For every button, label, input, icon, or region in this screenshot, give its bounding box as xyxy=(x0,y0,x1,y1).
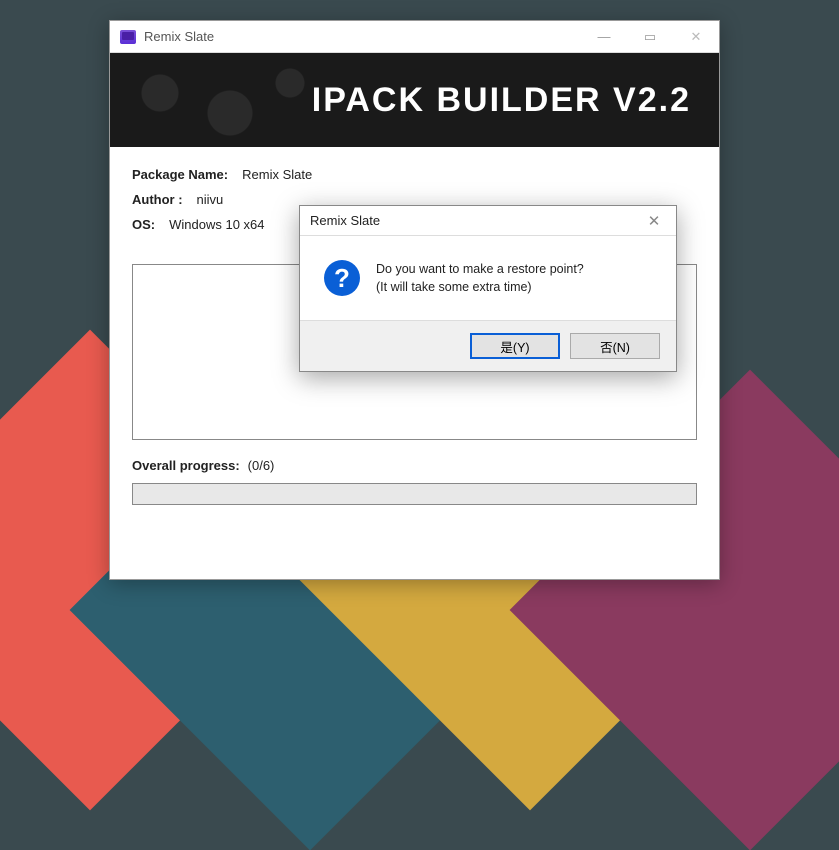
window-controls: — ▭ ✕ xyxy=(581,21,719,52)
banner: IPACK BUILDER V2.2 xyxy=(110,53,719,147)
package-label: Package Name: xyxy=(132,167,228,182)
os-value: Windows 10 x64 xyxy=(169,217,264,232)
dialog-titlebar[interactable]: Remix Slate ✕ xyxy=(300,206,676,236)
yes-button-label: 是(Y) xyxy=(500,337,529,356)
maximize-button[interactable]: ▭ xyxy=(627,21,673,52)
confirm-dialog: Remix Slate ✕ ? Do you want to make a re… xyxy=(299,205,677,372)
window-title: Remix Slate xyxy=(144,29,581,44)
close-icon: ✕ xyxy=(648,212,661,230)
app-icon xyxy=(120,30,136,44)
titlebar[interactable]: Remix Slate — ▭ ✕ xyxy=(110,21,719,53)
progress-bar xyxy=(132,483,697,505)
no-button[interactable]: 否(N) xyxy=(570,333,660,359)
close-button[interactable]: ✕ xyxy=(673,21,719,52)
package-row: Package Name: Remix Slate xyxy=(132,167,697,182)
dialog-line1: Do you want to make a restore point? xyxy=(376,260,584,278)
no-button-label: 否(N) xyxy=(600,337,630,356)
progress-section: Overall progress: (0/6) xyxy=(110,440,719,505)
os-label: OS: xyxy=(132,217,155,232)
question-icon: ? xyxy=(324,260,360,296)
minimize-button[interactable]: — xyxy=(581,21,627,52)
package-value: Remix Slate xyxy=(242,167,312,182)
dialog-button-row: 是(Y) 否(N) xyxy=(300,320,676,371)
author-label: Author : xyxy=(132,192,183,207)
author-value: niivu xyxy=(197,192,224,207)
banner-title: IPACK BUILDER V2.2 xyxy=(312,81,691,120)
dialog-text: Do you want to make a restore point? (It… xyxy=(376,260,584,296)
progress-label-row: Overall progress: (0/6) xyxy=(132,458,697,473)
yes-button[interactable]: 是(Y) xyxy=(470,333,560,359)
dialog-line2: (It will take some extra time) xyxy=(376,278,584,296)
dialog-body: ? Do you want to make a restore point? (… xyxy=(300,236,676,320)
progress-label: Overall progress: xyxy=(132,458,240,473)
dialog-title: Remix Slate xyxy=(310,213,380,228)
dialog-close-button[interactable]: ✕ xyxy=(632,206,676,235)
progress-value: (0/6) xyxy=(248,458,275,473)
